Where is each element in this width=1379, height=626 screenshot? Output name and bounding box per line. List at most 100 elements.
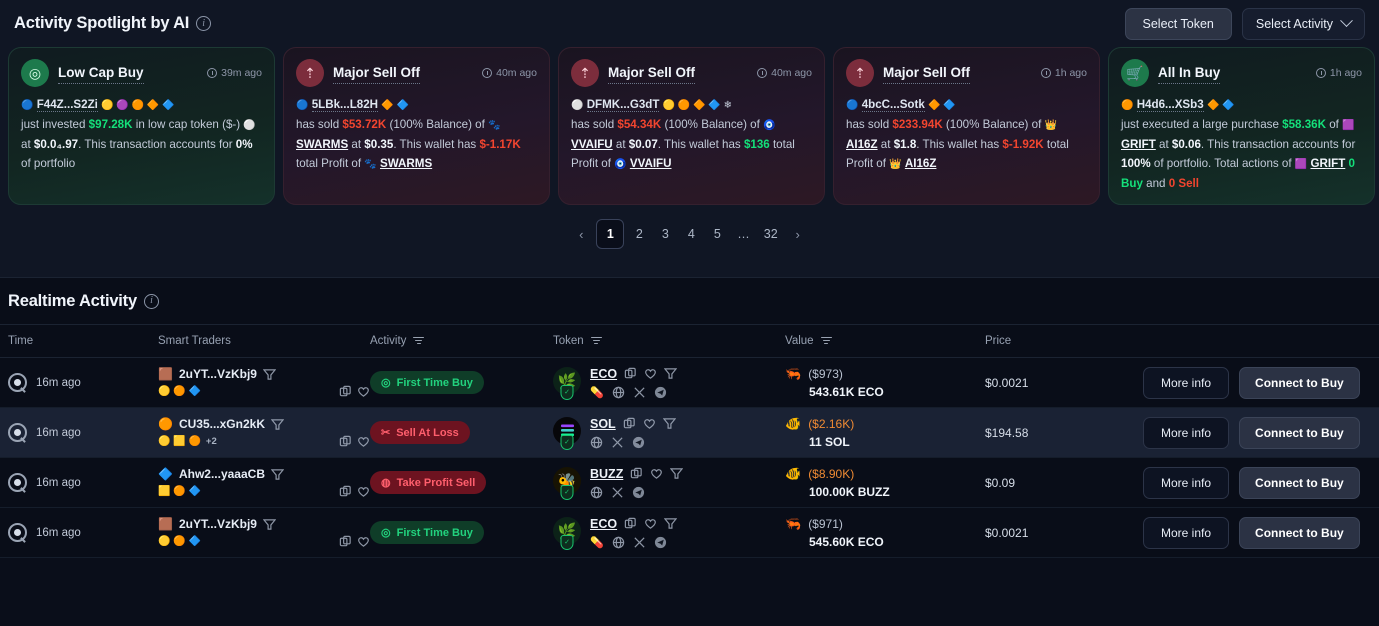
more-info-button[interactable]: More info [1143, 416, 1230, 449]
table-row[interactable]: 16m ago 🟫 2uYT...VzKbj9 🟡 🟠 🔷 ◎ First Ti… [0, 507, 1379, 558]
favorite-heart-icon[interactable] [644, 367, 657, 380]
info-icon[interactable]: i [196, 16, 212, 31]
column-header-activity[interactable]: Activity [370, 324, 553, 358]
card-token-2[interactable]: SWARMS [380, 157, 432, 170]
token-symbol[interactable]: ECO [590, 517, 617, 531]
copy-icon[interactable] [339, 435, 352, 448]
card-token[interactable]: SWARMS [296, 138, 348, 151]
favorite-heart-icon[interactable] [357, 535, 370, 548]
filter-icon[interactable] [590, 336, 602, 347]
spotlight-card[interactable]: 🛒 All In Buy 1h ago 🟠 H4d6...XSb3 🔶 🔷 ju… [1108, 47, 1375, 205]
favorite-heart-icon[interactable] [357, 435, 370, 448]
funnel-icon[interactable] [262, 368, 276, 381]
pagination-page-2[interactable]: 2 [628, 221, 650, 247]
table-row[interactable]: 16m ago 🟠 CU35...xGn2kK 🟡 🟨 🟠 +2 ✂ Sell … [0, 407, 1379, 458]
funnel-icon[interactable] [664, 517, 678, 530]
funnel-icon[interactable] [271, 468, 284, 481]
more-info-button[interactable]: More info [1143, 466, 1230, 499]
copy-icon[interactable] [623, 417, 636, 430]
pagination-prev[interactable]: ‹ [570, 221, 592, 247]
website-globe-icon[interactable] [590, 436, 603, 449]
funnel-icon[interactable] [262, 518, 276, 531]
filter-icon[interactable] [820, 336, 832, 347]
trader-address[interactable]: 2uYT...VzKbj9 [179, 517, 257, 531]
card-token-2[interactable]: GRIFT [1311, 157, 1346, 170]
twitter-x-icon[interactable] [611, 486, 624, 499]
website-globe-icon[interactable] [612, 386, 625, 399]
favorite-heart-icon[interactable] [357, 485, 370, 498]
trader-badges: 🔶 🔷 [381, 100, 409, 111]
twitter-x-icon[interactable] [633, 386, 646, 399]
wallet-address[interactable]: 5LBk...L82H [311, 98, 379, 112]
funnel-icon[interactable] [271, 418, 284, 431]
copy-icon[interactable] [624, 367, 637, 380]
column-header-token[interactable]: Token [553, 324, 785, 358]
card-timestamp: 1h ago [1040, 64, 1087, 83]
favorite-heart-icon[interactable] [357, 385, 370, 398]
table-row[interactable]: 16m ago 🔷 Ahw2...yaaaCB 🟨 🟠 🔷 ◍ Take Pro… [0, 457, 1379, 508]
spotlight-card[interactable]: ◎ Low Cap Buy 39m ago 🔵 F44Z...S2Zi 🟡 🟣 … [8, 47, 275, 205]
token-icon: ⚪ [243, 120, 256, 131]
copy-icon[interactable] [339, 485, 352, 498]
copy-icon[interactable] [624, 517, 637, 530]
table-row[interactable]: 16m ago 🟫 2uYT...VzKbj9 🟡 🟠 🔷 ◎ First Ti… [0, 357, 1379, 408]
wallet-address[interactable]: DFMK...G3dT [586, 98, 660, 112]
copy-icon[interactable] [630, 467, 643, 480]
column-label: Price [985, 335, 1012, 347]
wallet-address[interactable]: H4d6...XSb3 [1136, 98, 1204, 112]
pagination-page-5[interactable]: 5 [706, 221, 728, 247]
select-activity-dropdown[interactable]: Select Activity [1241, 7, 1365, 40]
telegram-icon[interactable] [632, 436, 645, 449]
connect-to-buy-button[interactable]: Connect to Buy [1239, 466, 1360, 499]
spotlight-card[interactable]: ⇡ Major Sell Off 40m ago ⚪ DFMK...G3dT 🟡… [558, 47, 825, 205]
wallet-address[interactable]: F44Z...S2Zi [36, 98, 98, 112]
copy-icon[interactable] [339, 385, 352, 398]
trader-address[interactable]: Ahw2...yaaaCB [179, 467, 265, 481]
token-symbol[interactable]: BUZZ [590, 467, 623, 481]
connect-to-buy-button[interactable]: Connect to Buy [1239, 516, 1360, 549]
favorite-heart-icon[interactable] [650, 467, 663, 480]
trader-address[interactable]: 2uYT...VzKbj9 [179, 367, 257, 381]
pagination-page-3[interactable]: 3 [654, 221, 676, 247]
favorite-heart-icon[interactable] [644, 517, 657, 530]
spotlight-card[interactable]: ⇡ Major Sell Off 1h ago 🔵 4bcC...Sotk 🔶 … [833, 47, 1100, 205]
pagination-page-32[interactable]: 32 [759, 221, 783, 247]
pagination-page-1[interactable]: 1 [596, 219, 625, 249]
wallet-badge-icon: 🔵 [846, 100, 859, 111]
website-globe-icon[interactable] [590, 486, 603, 499]
wallet-address[interactable]: 4bcC...Sotk [861, 98, 925, 112]
more-info-button[interactable]: More info [1143, 366, 1230, 399]
connect-to-buy-button[interactable]: Connect to Buy [1239, 416, 1360, 449]
info-icon[interactable]: i [143, 293, 159, 309]
pill-icon[interactable]: 💊 [590, 386, 604, 399]
filter-icon[interactable] [413, 336, 425, 347]
funnel-icon[interactable] [662, 417, 676, 430]
pagination-page-4[interactable]: 4 [680, 221, 702, 247]
telegram-icon[interactable] [654, 386, 667, 399]
token-symbol[interactable]: ECO [590, 367, 617, 381]
favorite-heart-icon[interactable] [643, 417, 656, 430]
telegram-icon[interactable] [632, 486, 645, 499]
website-globe-icon[interactable] [612, 536, 625, 549]
card-token-2[interactable]: VVAIFU [630, 157, 672, 170]
connect-to-buy-button[interactable]: Connect to Buy [1239, 366, 1360, 399]
copy-icon[interactable] [339, 535, 352, 548]
card-time-text: 40m ago [496, 66, 537, 79]
funnel-icon[interactable] [670, 467, 684, 480]
select-token-button[interactable]: Select Token [1124, 7, 1232, 40]
funnel-icon[interactable] [664, 367, 678, 380]
more-info-button[interactable]: More info [1143, 516, 1230, 549]
card-token-2[interactable]: AI16Z [905, 157, 937, 170]
pagination-next[interactable]: › [787, 221, 809, 247]
card-token[interactable]: AI16Z [846, 138, 878, 151]
card-token[interactable]: VVAIFU [571, 138, 613, 151]
spotlight-card[interactable]: ⇡ Major Sell Off 40m ago 🔵 5LBk...L82H 🔶… [283, 47, 550, 205]
pill-icon[interactable]: 💊 [590, 536, 604, 549]
card-token[interactable]: GRIFT [1121, 138, 1156, 151]
column-header-value[interactable]: Value [785, 324, 985, 358]
trader-address[interactable]: CU35...xGn2kK [179, 417, 265, 431]
twitter-x-icon[interactable] [611, 436, 624, 449]
twitter-x-icon[interactable] [633, 536, 646, 549]
token-symbol[interactable]: SOL [590, 417, 616, 431]
telegram-icon[interactable] [654, 536, 667, 549]
